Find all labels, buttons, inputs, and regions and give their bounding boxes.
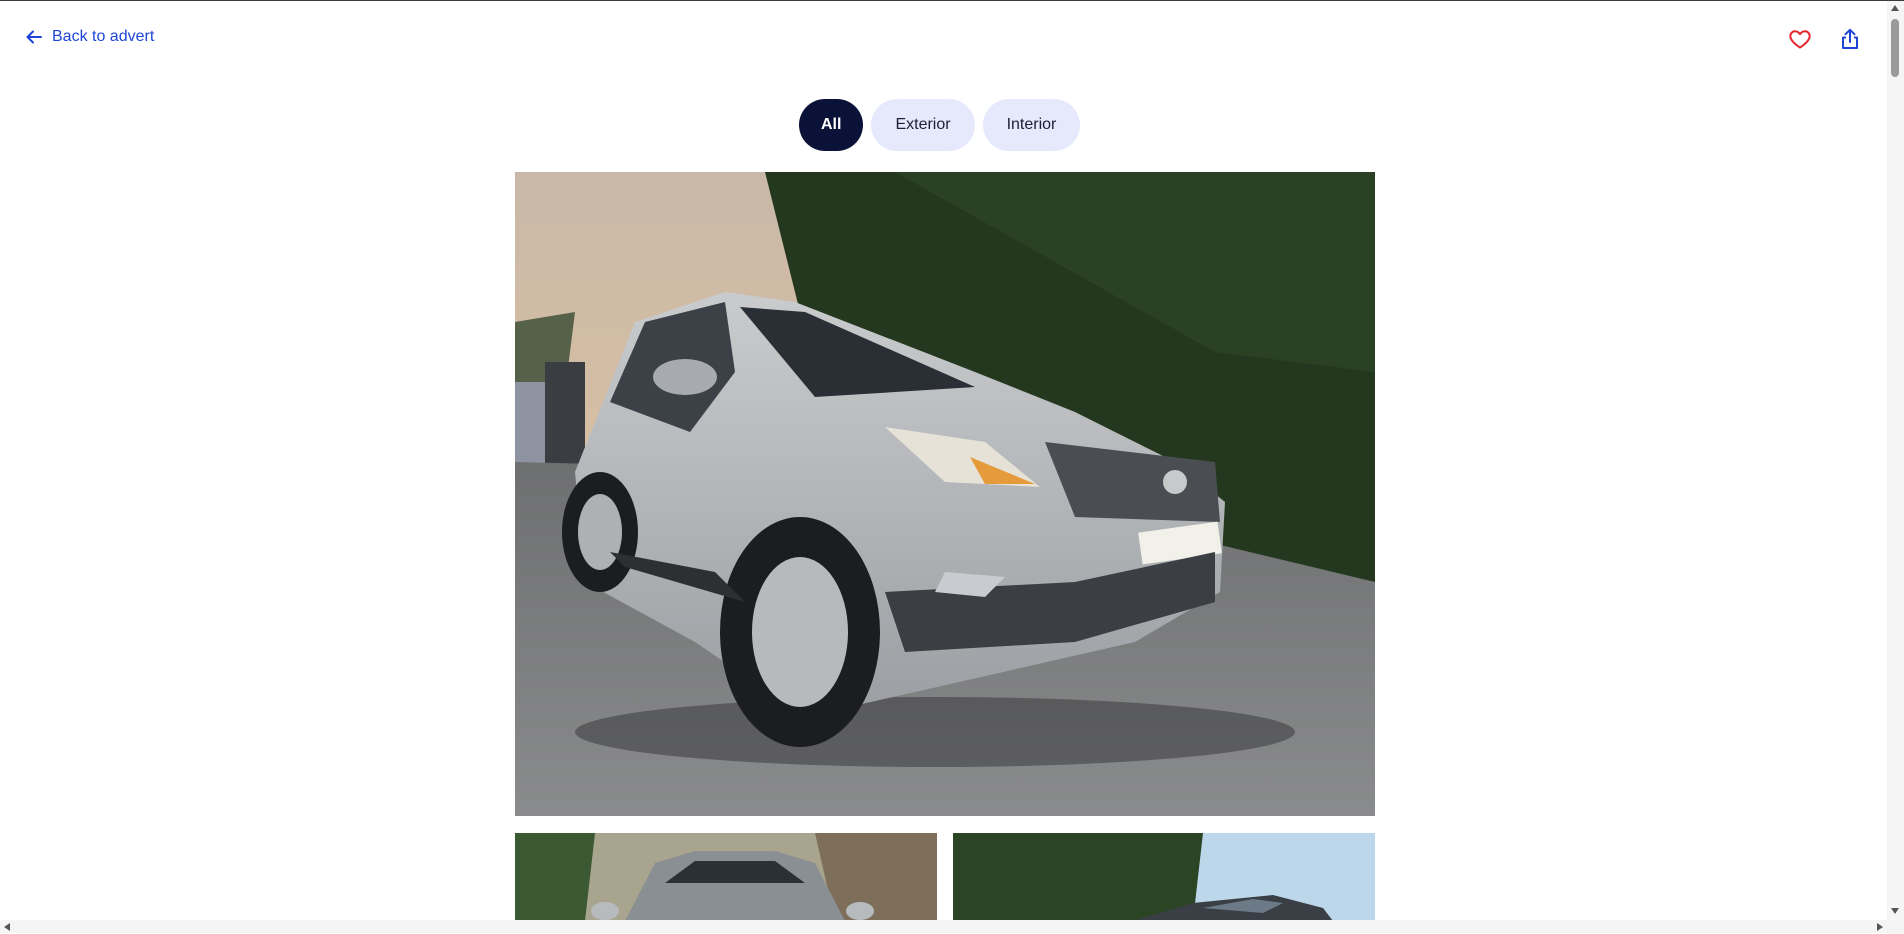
- tab-interior[interactable]: Interior: [982, 99, 1081, 151]
- tab-all[interactable]: All: [799, 99, 864, 151]
- scrollbar-thumb[interactable]: [1891, 19, 1899, 77]
- share-icon: [1838, 27, 1862, 51]
- car-photo-thumbnail[interactable]: [515, 833, 937, 921]
- scroll-left-arrow-icon[interactable]: [4, 923, 10, 931]
- share-button[interactable]: [1836, 25, 1864, 53]
- heart-icon: [1788, 27, 1812, 51]
- car-photo-thumbnail[interactable]: [953, 833, 1375, 921]
- photo-filter-tabs: All Exterior Interior: [799, 99, 1081, 151]
- tab-exterior[interactable]: Exterior: [871, 99, 975, 151]
- vertical-scrollbar[interactable]: [1887, 1, 1904, 934]
- main-car-photo[interactable]: [515, 172, 1375, 816]
- back-to-advert-label: Back to advert: [52, 28, 155, 45]
- scroll-right-arrow-icon[interactable]: [1877, 923, 1883, 931]
- favourite-button[interactable]: [1786, 25, 1814, 53]
- scroll-down-arrow-icon[interactable]: [1891, 908, 1899, 914]
- back-to-advert-link[interactable]: Back to advert: [24, 27, 154, 47]
- scroll-up-arrow-icon[interactable]: [1891, 5, 1899, 11]
- header-actions: [1786, 25, 1864, 53]
- horizontal-scrollbar[interactable]: [0, 920, 1887, 933]
- arrow-left-icon: [24, 27, 44, 47]
